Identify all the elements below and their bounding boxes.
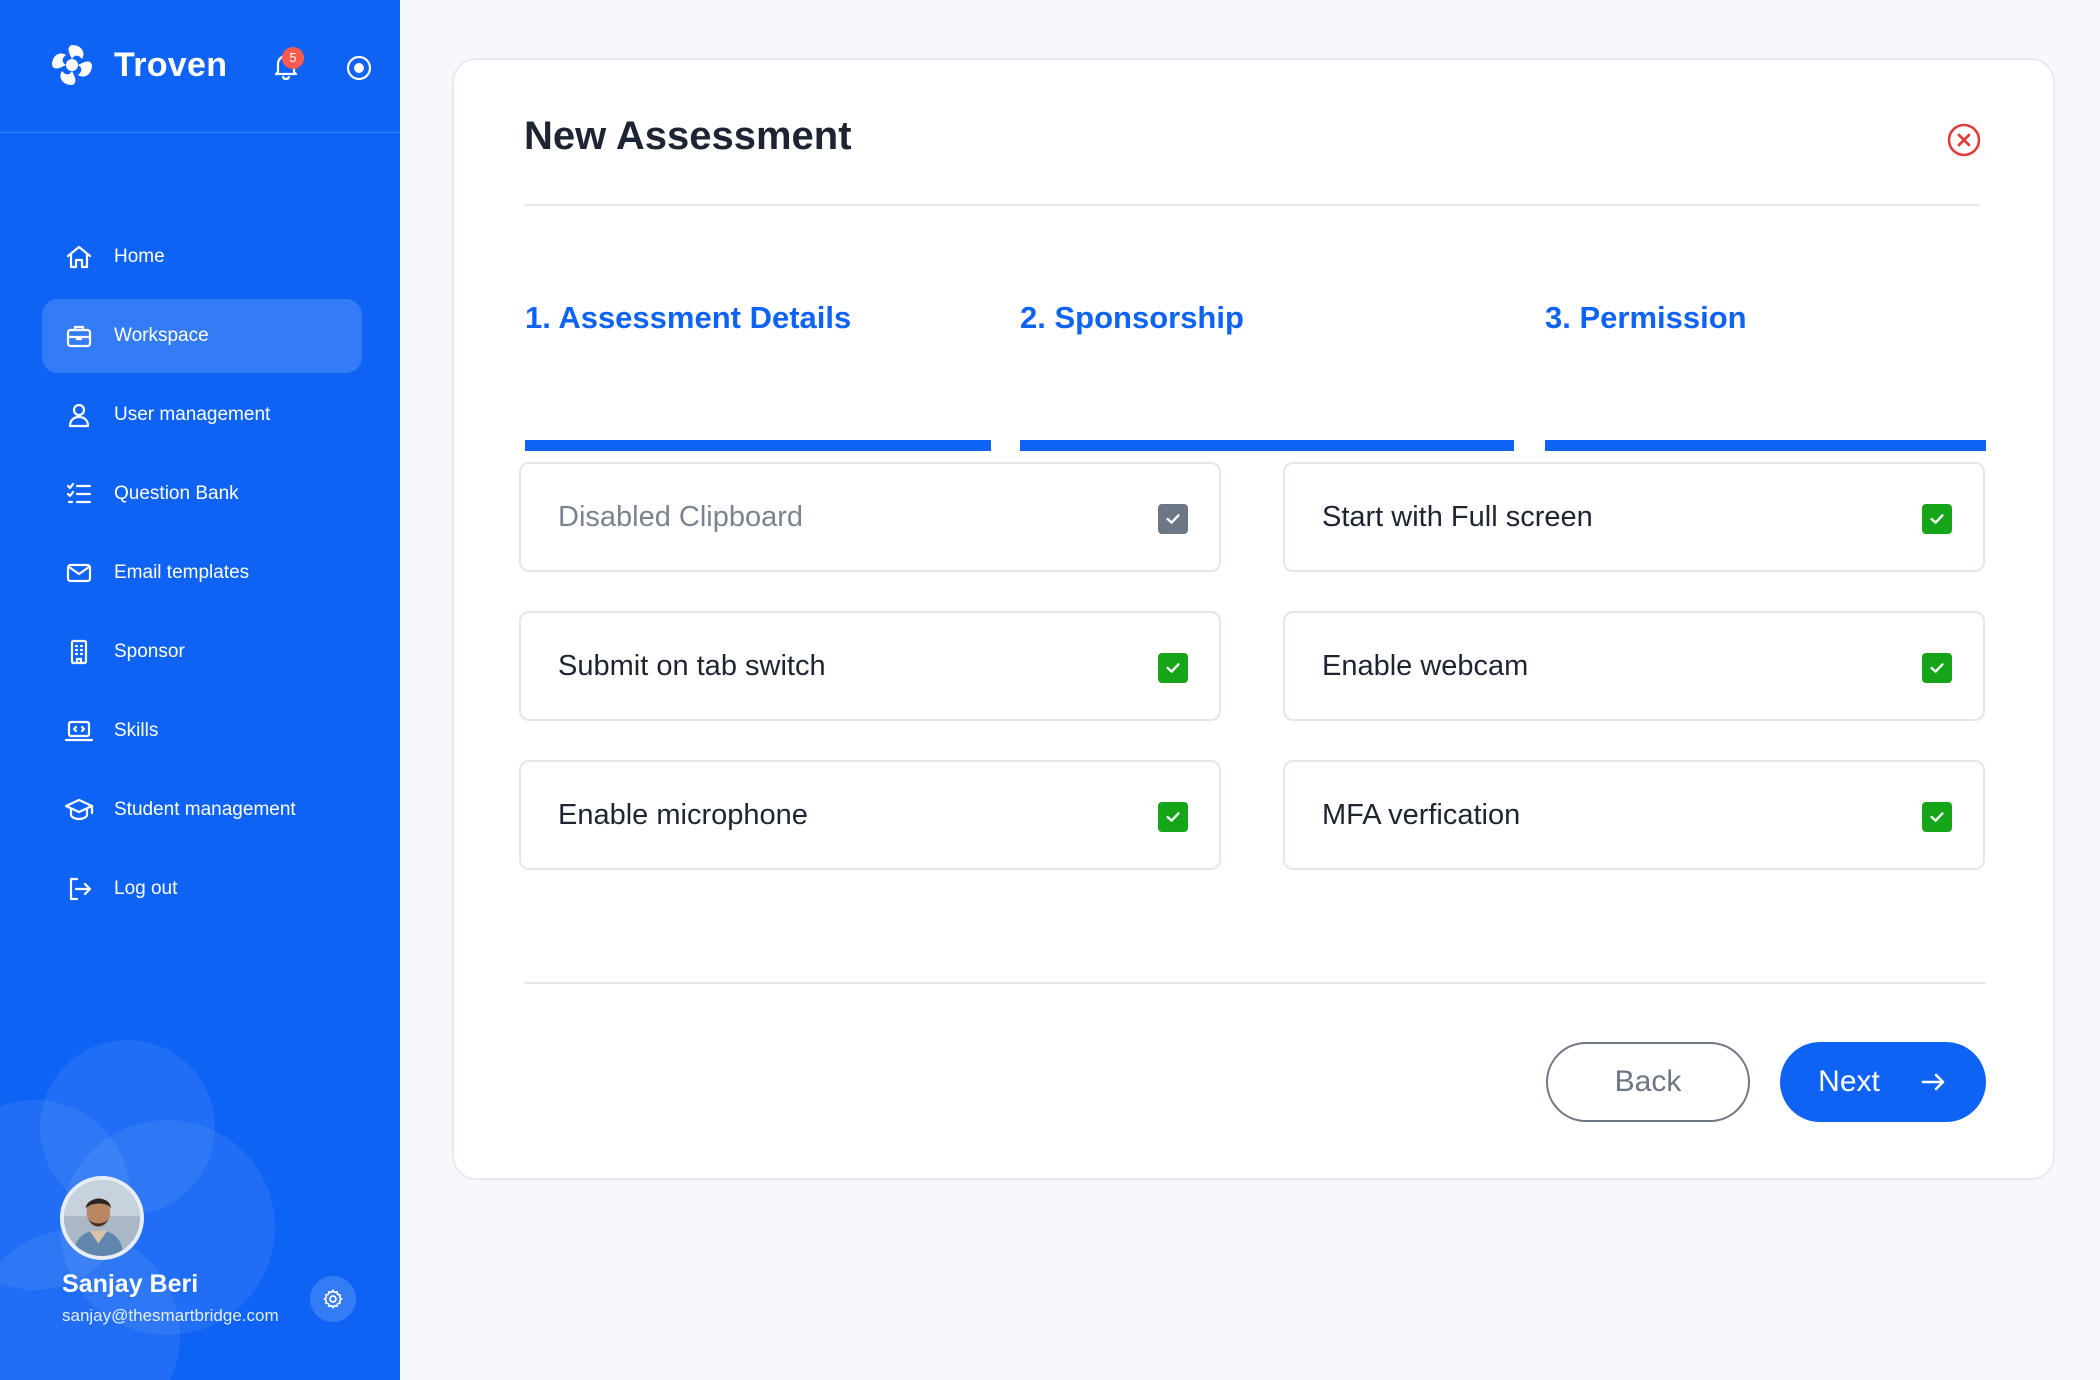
checkmark-icon [1930,812,1944,822]
settings-button[interactable] [310,1276,356,1322]
tab-assessment-details[interactable]: 1. Assessment Details [525,300,851,336]
sidebar-item-label: Student management [114,799,296,820]
sidebar-item-label: User management [114,404,271,425]
sidebar-divider [0,132,400,133]
graduation-cap-icon [64,798,94,821]
title-divider [524,204,1980,206]
avatar[interactable] [60,1176,144,1260]
step-label: 3. Permission [1545,300,1747,335]
sidebar-item-email-templates[interactable]: Email templates [42,536,362,610]
option-enable-webcam[interactable]: Enable webcam [1283,611,1985,721]
sidebar-item-label: Skills [114,720,159,741]
step-progress-bar [1020,440,1514,451]
troven-logo-icon [52,45,92,85]
user-icon [68,403,90,428]
sidebar-item-label: Home [114,246,165,267]
option-label: Enable webcam [1322,649,1529,682]
next-button-label: Next [1818,1065,1880,1098]
notification-badge: 5 [282,47,304,69]
checkmark-icon [1166,812,1180,822]
arrow-right-icon [1921,1073,1945,1091]
checkbox[interactable] [1158,653,1188,683]
sidebar-item-student-management[interactable]: Student management [42,773,362,847]
close-icon[interactable] [1946,122,1982,158]
tab-sponsorship[interactable]: 2. Sponsorship [1020,300,1244,336]
logout-icon [69,877,92,901]
sidebar-item-label: Log out [114,878,178,899]
option-submit-on-tab-switch[interactable]: Submit on tab switch [519,611,1221,721]
checkbox[interactable] [1158,802,1188,832]
sidebar-nav: Home Workspace User management Question … [42,220,362,931]
option-disabled-clipboard[interactable]: Disabled Clipboard [519,462,1221,572]
option-label: MFA verfication [1322,798,1521,831]
checkmark-icon [1166,663,1180,673]
sidebar-item-workspace[interactable]: Workspace [42,299,362,373]
brand[interactable]: Troven [48,40,227,90]
brand-name: Troven [114,45,228,84]
option-label: Start with Full screen [1322,500,1593,533]
briefcase-icon [66,325,92,348]
option-label: Disabled Clipboard [558,500,804,533]
sidebar-item-label: Sponsor [114,641,185,662]
checkbox[interactable] [1922,504,1952,534]
checkmark-icon [1930,514,1944,524]
back-button-label: Back [1614,1065,1682,1098]
checkbox[interactable] [1922,653,1952,683]
option-label: Submit on tab switch [558,649,826,682]
sidebar-item-question-bank[interactable]: Question Bank [42,457,362,531]
gear-icon [323,1289,343,1309]
footer-divider [524,982,1986,984]
option-start-full-screen[interactable]: Start with Full screen [1283,462,1985,572]
sidebar-item-sponsor[interactable]: Sponsor [42,615,362,689]
checklist-icon [66,482,92,504]
option-label: Enable microphone [558,798,808,831]
checkmark-icon [1166,514,1180,524]
checkbox[interactable] [1158,504,1188,534]
step-label: 1. Assessment Details [525,300,852,335]
step-progress-bar [1545,440,1986,451]
profile-email: sanjay@thesmartbridge.com [62,1306,279,1325]
checkmark-icon [1930,663,1944,673]
option-mfa-verification[interactable]: MFA verfication [1283,760,1985,870]
laptop-code-icon [64,720,94,742]
building-icon [70,639,88,665]
option-enable-microphone[interactable]: Enable microphone [519,760,1221,870]
sidebar-item-user-management[interactable]: User management [42,378,362,452]
tab-permission[interactable]: 3. Permission [1545,300,1747,336]
page-title: New Assessment [524,114,852,158]
step-progress-bar [525,440,991,451]
sidebar-item-home[interactable]: Home [42,220,362,294]
sidebar-item-label: Email templates [114,562,250,583]
avatar-photo [64,1180,140,1256]
profile-name: Sanjay Beri [62,1270,199,1298]
back-button[interactable]: Back [1546,1042,1750,1122]
sidebar-item-skills[interactable]: Skills [42,694,362,768]
home-icon [66,245,92,269]
step-label: 2. Sponsorship [1020,300,1244,335]
mail-icon [66,563,92,583]
status-toggle-icon[interactable] [344,53,374,83]
new-assessment-card: New Assessment 1. Assessment Details 2. … [452,58,2055,1180]
sidebar-item-logout[interactable]: Log out [42,852,362,926]
next-button[interactable]: Next [1780,1042,1986,1122]
sidebar: Troven 5 Home Workspace User management … [0,0,400,1380]
sidebar-item-label: Workspace [114,325,209,346]
sidebar-item-label: Question Bank [114,483,239,504]
checkbox[interactable] [1922,802,1952,832]
